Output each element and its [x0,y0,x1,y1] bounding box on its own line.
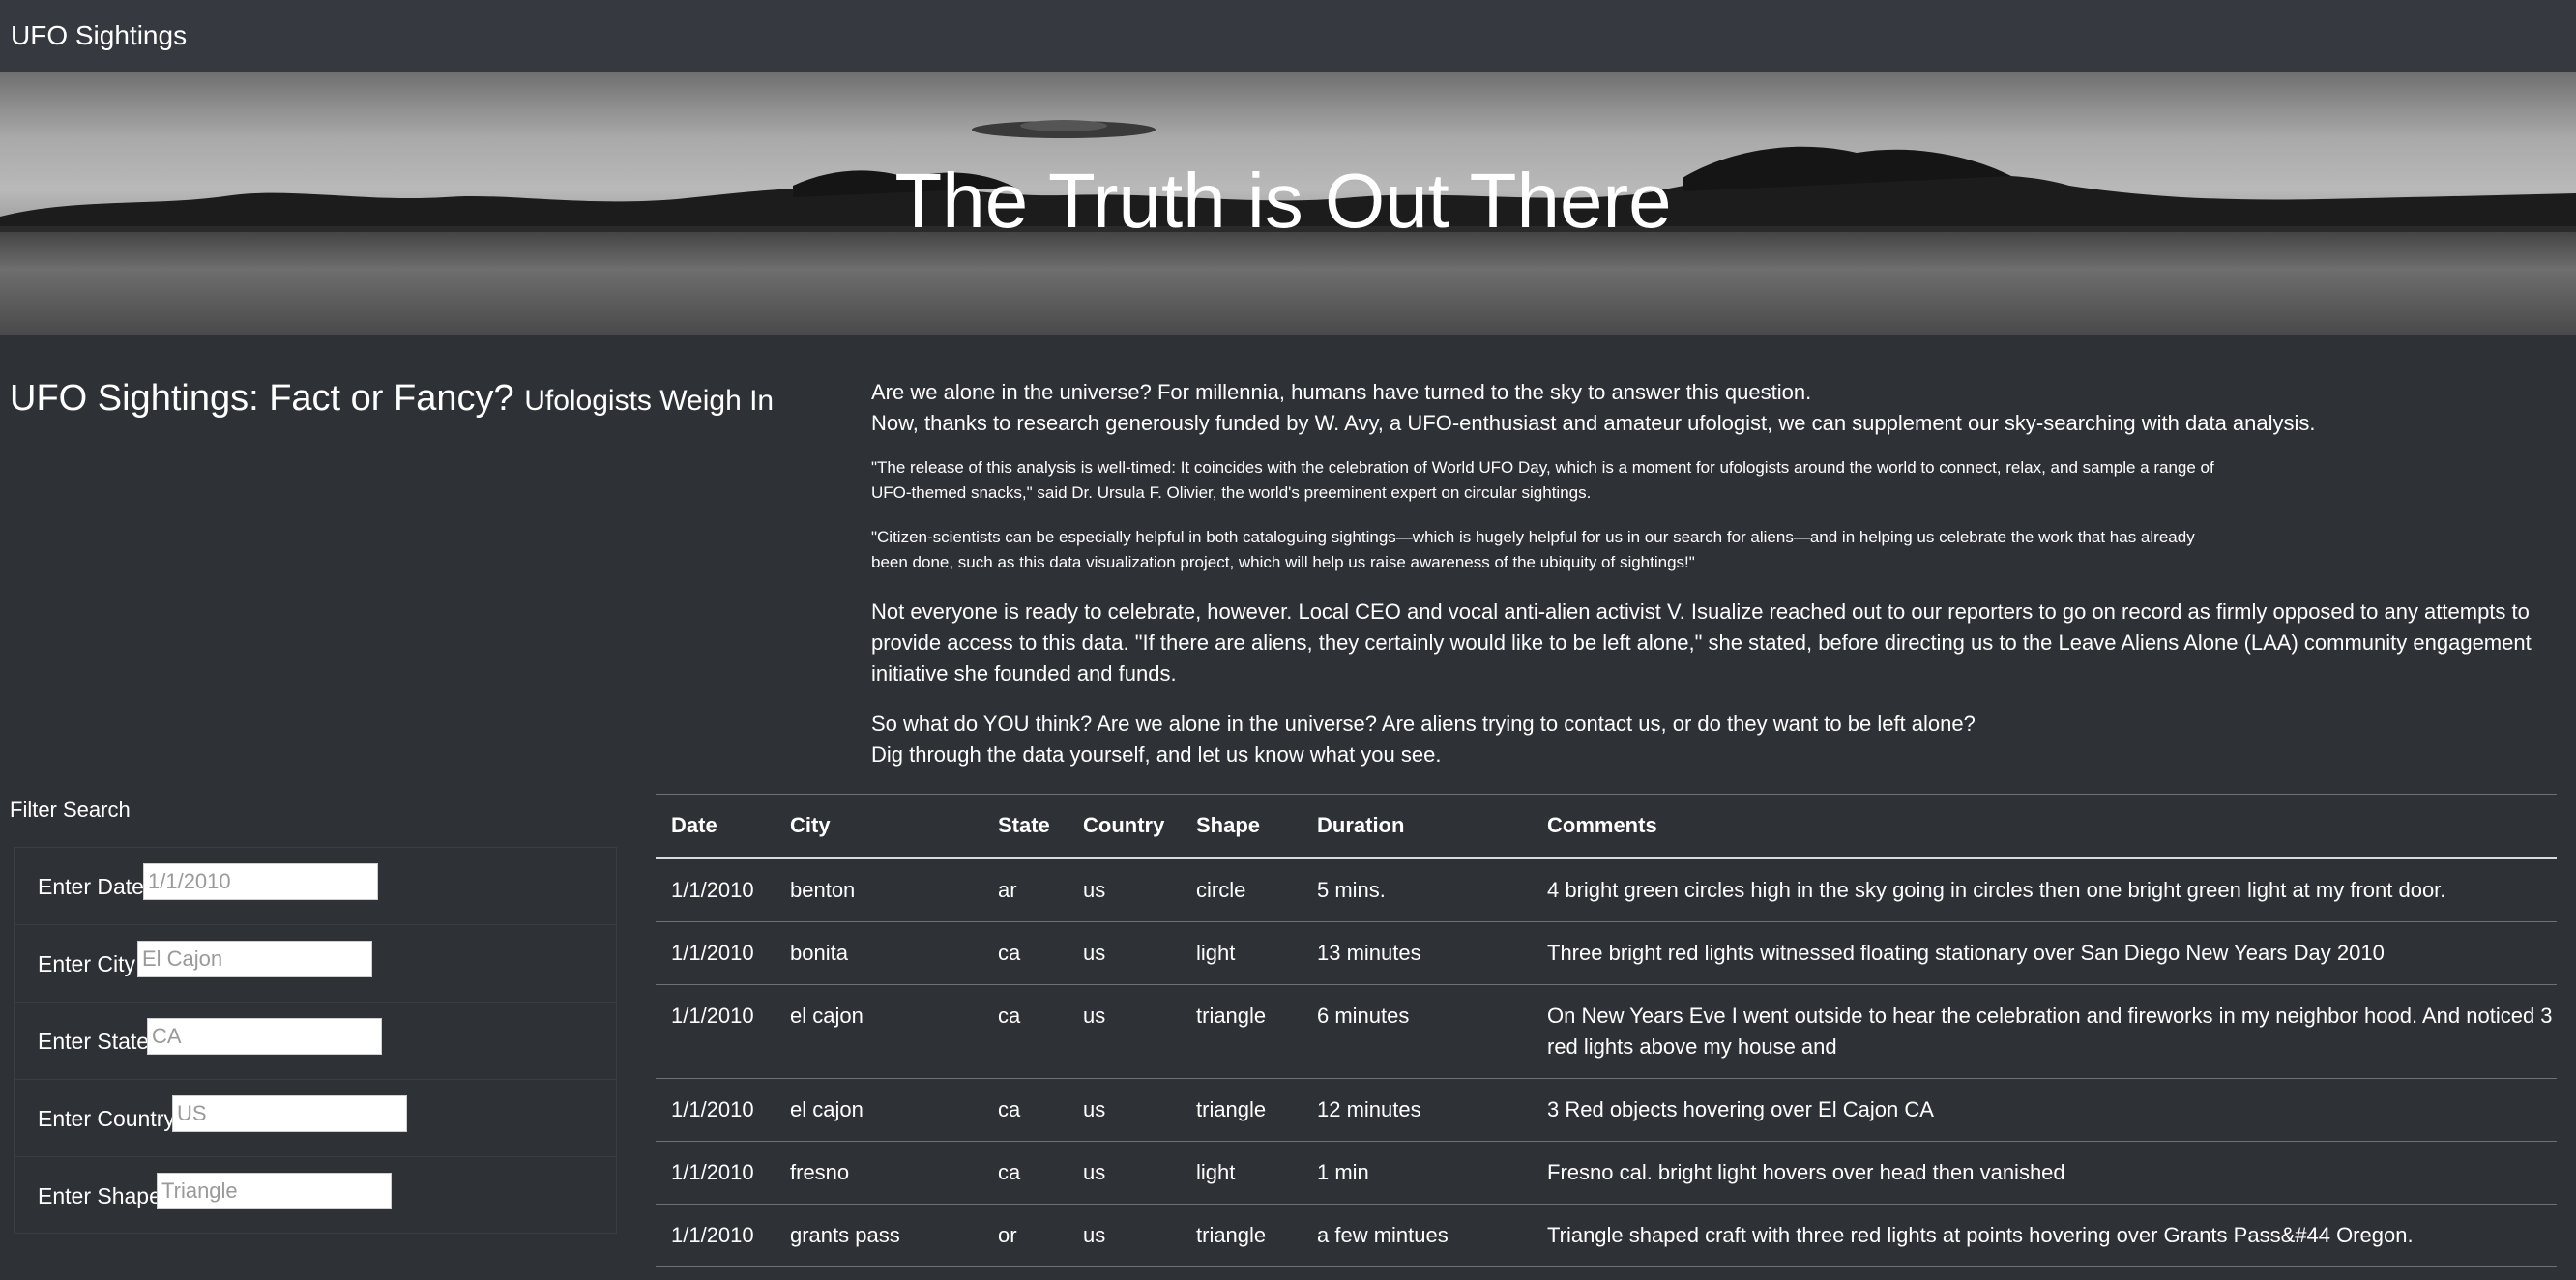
cell-duration: a few mintues [1302,1204,1532,1267]
quote-olivier: "The release of this analysis is well-ti… [871,458,2214,502]
navbar: UFO Sightings [0,0,2576,72]
shape-filter-label: Enter Shape [38,1183,161,1208]
cell-shape: triangle [1181,984,1302,1079]
table-row: 1/1/2010 el cajon ca us triangle 12 minu… [656,1078,2557,1142]
table-row: 1/1/2010 grants pass or us triangle a fe… [656,1204,2557,1267]
state-filter-input[interactable] [147,1018,382,1055]
table-header-row: Date City State Country Shape Duration C… [656,794,2557,859]
cell-city: fresno [775,1141,982,1205]
closing-line-1: So what do YOU think? Are we alone in th… [871,712,1976,736]
header-city: City [775,794,982,859]
article-body: Are we alone in the universe? For millen… [871,377,2534,771]
header-shape: Shape [1181,794,1302,859]
cell-state: ca [982,921,1068,985]
cell-state: ca [982,1141,1068,1205]
date-filter-input[interactable] [143,863,378,900]
quote-citizen-scientists: "Citizen-scientists can be especially he… [871,528,2195,571]
table-row: 1/1/2010 bonita ca us light 13 minutes T… [656,921,2557,985]
state-filter-label: Enter State [38,1029,150,1054]
sightings-table-container: Date City State Country Shape Duration C… [656,794,2557,1267]
intro-line-2: Now, thanks to research generously funde… [871,411,2316,435]
cell-comments: 4 bright green circles high in the sky g… [1532,858,2557,922]
shape-filter-input[interactable] [157,1173,392,1209]
paragraph-isualize: Not everyone is ready to celebrate, howe… [871,599,2532,685]
country-filter-label: Enter Country [38,1106,175,1131]
filter-list: Enter Date Enter City Enter State Enter … [14,847,617,1234]
header-state: State [982,794,1068,859]
cell-country: us [1068,1078,1181,1142]
article-title-main: UFO Sightings: Fact or Fancy? [10,378,514,419]
cell-state: ar [982,858,1068,922]
header-date: Date [656,794,775,859]
city-filter-label: Enter City [38,951,135,976]
filter-item-state: Enter State [14,1002,617,1079]
closing-line-2: Dig through the data yourself, and let u… [871,742,1442,767]
filter-search-heading: Filter Search [10,798,131,822]
cell-duration: 12 minutes [1302,1078,1532,1142]
cell-date: 1/1/2010 [656,858,775,922]
cell-comments: 3 Red objects hovering over El Cajon CA [1532,1078,2557,1142]
filter-item-country: Enter Country [14,1079,617,1156]
header-duration: Duration [1302,794,1532,859]
cell-date: 1/1/2010 [656,1204,775,1267]
cell-country: us [1068,1204,1181,1267]
sightings-table: Date City State Country Shape Duration C… [656,794,2557,1267]
cell-comments: Triangle shaped craft with three red lig… [1532,1204,2557,1267]
table-row: 1/1/2010 el cajon ca us triangle 6 minut… [656,984,2557,1079]
cell-city: bonita [775,921,982,985]
cell-shape: triangle [1181,1078,1302,1142]
cell-shape: light [1181,1141,1302,1205]
city-filter-input[interactable] [137,941,372,977]
cell-city: grants pass [775,1204,982,1267]
header-comments: Comments [1532,794,2557,859]
filter-item-city: Enter City [14,924,617,1002]
cell-duration: 13 minutes [1302,921,1532,985]
cell-country: us [1068,984,1181,1079]
cell-comments: Fresno cal. bright light hovers over hea… [1532,1141,2557,1205]
country-filter-input[interactable] [172,1095,407,1132]
cell-state: ca [982,1078,1068,1142]
table-row: 1/1/2010 benton ar us circle 5 mins. 4 b… [656,858,2557,922]
cell-city: benton [775,858,982,922]
cell-city: el cajon [775,984,982,1079]
cell-city: el cajon [775,1078,982,1142]
cell-date: 1/1/2010 [656,921,775,985]
filter-item-shape: Enter Shape [14,1156,617,1234]
header-country: Country [1068,794,1181,859]
intro-line-1: Are we alone in the universe? For millen… [871,380,1812,404]
hero-banner: The Truth is Out There [0,72,2576,335]
cell-state: ca [982,984,1068,1079]
cell-shape: triangle [1181,1204,1302,1267]
cell-date: 1/1/2010 [656,1141,775,1205]
cell-comments: On New Years Eve I went outside to hear … [1532,984,2557,1079]
article-title: UFO Sightings: Fact or Fancy? Ufologists… [10,375,774,424]
table-row: 1/1/2010 fresno ca us light 1 min Fresno… [656,1141,2557,1205]
cell-date: 1/1/2010 [656,1078,775,1142]
cell-country: us [1068,921,1181,985]
cell-state: or [982,1204,1068,1267]
article-subtitle: Ufologists Weigh In [524,385,775,417]
cell-comments: Three bright red lights witnessed floati… [1532,921,2557,985]
cell-country: us [1068,858,1181,922]
navbar-brand-link[interactable]: UFO Sightings [11,19,187,52]
filter-item-date: Enter Date [14,847,617,924]
date-filter-label: Enter Date [38,874,144,899]
cell-duration: 6 minutes [1302,984,1532,1079]
cell-duration: 1 min [1302,1141,1532,1205]
cell-shape: circle [1181,858,1302,922]
cell-duration: 5 mins. [1302,858,1532,922]
cell-country: us [1068,1141,1181,1205]
hero-heading: The Truth is Out There [894,158,1672,244]
cell-date: 1/1/2010 [656,984,775,1079]
cell-shape: light [1181,921,1302,985]
